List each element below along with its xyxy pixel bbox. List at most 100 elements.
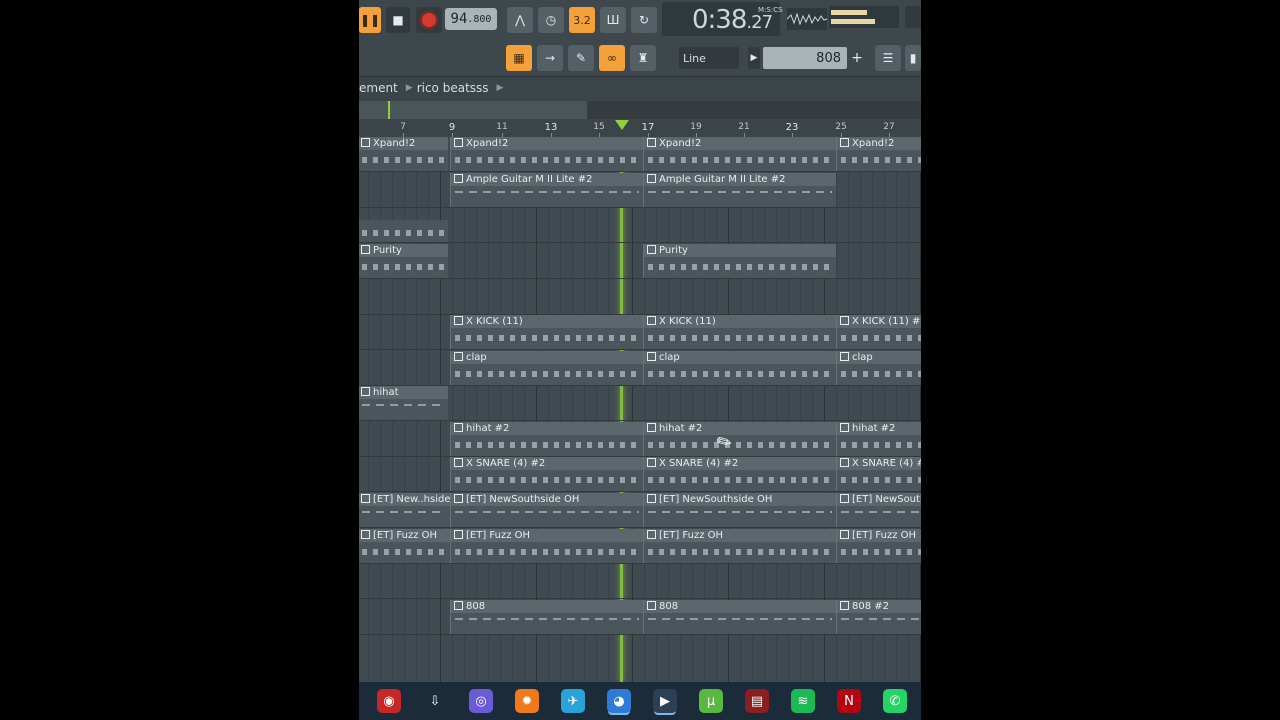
window-button[interactable] xyxy=(905,6,921,28)
clip-menu-icon[interactable] xyxy=(647,601,656,610)
pattern-clip[interactable]: clap xyxy=(450,351,643,385)
pattern-clip[interactable]: Ample Guitar M II Lite #2 xyxy=(643,173,836,207)
metronome-button[interactable]: ⋀ xyxy=(507,7,533,33)
channel-prev-button[interactable]: ▶ xyxy=(748,47,760,69)
track-row[interactable] xyxy=(359,208,921,243)
pattern-clip[interactable]: Xpand!2 xyxy=(359,137,448,171)
pattern-clip[interactable]: [ET] Fuzz OH xyxy=(359,529,450,563)
clip-menu-icon[interactable] xyxy=(647,138,656,147)
pattern-clip[interactable]: Ample Guitar M II Lite #2 xyxy=(450,173,643,207)
clip-menu-icon[interactable] xyxy=(647,530,656,539)
pattern-clip[interactable]: [ET] Fuzz OH xyxy=(836,529,921,563)
fl-studio-icon[interactable]: ▶ xyxy=(653,689,677,713)
clip-menu-icon[interactable] xyxy=(361,530,370,539)
clip-menu-icon[interactable] xyxy=(647,494,656,503)
clip-menu-icon[interactable] xyxy=(840,494,849,503)
overview-selection[interactable] xyxy=(359,101,587,119)
clip-menu-icon[interactable] xyxy=(361,245,370,254)
pattern-clip[interactable]: X SNARE (4) #2 xyxy=(450,457,643,491)
clip-menu-icon[interactable] xyxy=(361,138,370,147)
pattern-clip[interactable]: Purity xyxy=(359,244,448,278)
track-row[interactable] xyxy=(359,564,921,599)
record-button[interactable] xyxy=(416,7,442,33)
clip-menu-icon[interactable] xyxy=(454,530,463,539)
clip-menu-icon[interactable] xyxy=(454,423,463,432)
stop-button[interactable]: ■ xyxy=(386,7,410,33)
clip-menu-icon[interactable] xyxy=(454,494,463,503)
playhead-marker[interactable] xyxy=(615,120,629,130)
pattern-clip[interactable]: hihat #2 xyxy=(836,422,921,456)
track-row[interactable] xyxy=(359,280,921,315)
pattern-clip[interactable]: [ET] Fuzz OH xyxy=(643,529,836,563)
track-row[interactable]: hihat xyxy=(359,386,921,421)
clip-menu-icon[interactable] xyxy=(647,245,656,254)
track-row[interactable]: X KICK (11) X KICK (11) X KICK (11) #2 xyxy=(359,315,921,350)
clip-menu-icon[interactable] xyxy=(647,174,656,183)
pattern-clip[interactable] xyxy=(359,220,448,242)
breadcrumb-part[interactable]: ement xyxy=(359,81,398,95)
tempo-display[interactable]: 94.800 xyxy=(445,8,497,30)
track-row[interactable]: clap clap clap xyxy=(359,351,921,386)
snap-select[interactable]: Line xyxy=(679,47,739,69)
pattern-clip[interactable]: hihat #2 xyxy=(643,422,836,456)
more-button[interactable]: ▮ xyxy=(905,45,921,71)
pattern-clip[interactable]: [ET] NewSouthside OH xyxy=(450,493,643,527)
pattern-clip[interactable]: [ET] Fuzz OH xyxy=(450,529,643,563)
clip-menu-icon[interactable] xyxy=(647,352,656,361)
track-row[interactable]: [ET] Fuzz OH [ET] Fuzz OH [ET] Fuzz OH [ET]… xyxy=(359,529,921,564)
netflix-icon[interactable]: N xyxy=(837,689,861,713)
chrome-icon[interactable]: ◕ xyxy=(607,689,631,713)
pattern-clip[interactable]: Xpand!2 xyxy=(643,137,836,171)
pattern-clip[interactable]: Xpand!2 xyxy=(836,137,921,171)
clip-menu-icon[interactable] xyxy=(454,174,463,183)
draw-tool-button[interactable]: ✎ xyxy=(568,45,594,71)
track-row[interactable]: 808 808 808 #2 xyxy=(359,600,921,635)
clip-menu-icon[interactable] xyxy=(454,458,463,467)
clip-menu-icon[interactable] xyxy=(840,316,849,325)
clip-menu-icon[interactable] xyxy=(647,423,656,432)
utorrent-icon[interactable]: µ xyxy=(699,689,723,713)
clip-menu-icon[interactable] xyxy=(454,316,463,325)
timeline-ruler[interactable]: 7 9 11 13 15 17 19 21 23 25 27 xyxy=(359,119,921,138)
clip-menu-icon[interactable] xyxy=(647,316,656,325)
spotify-icon[interactable]: ≋ xyxy=(791,689,815,713)
track-row[interactable]: [ET] New..hside OH [ET] NewSouthside OH [E… xyxy=(359,493,921,528)
pattern-clip[interactable]: hihat xyxy=(359,386,448,420)
screen-recorder-icon[interactable]: ◉ xyxy=(377,689,401,713)
piano-keyboard-button[interactable]: ▦ xyxy=(506,45,532,71)
pattern-clip[interactable]: X SNARE (4) #2 xyxy=(836,457,921,491)
pattern-clip[interactable]: 808 xyxy=(450,600,643,634)
playlist-tracks[interactable]: Xpand!2 Xpand!2 Xpand!2 Xpand!2 Ample Guitar… xyxy=(359,137,921,682)
add-channel-button[interactable]: + xyxy=(849,47,865,69)
track-row[interactable]: Xpand!2 Xpand!2 Xpand!2 Xpand!2 xyxy=(359,137,921,172)
breadcrumb-part[interactable]: rico beatsss xyxy=(417,81,489,95)
clip-menu-icon[interactable] xyxy=(840,423,849,432)
track-row[interactable]: Ample Guitar M II Lite #2 Ample Guitar M … xyxy=(359,173,921,208)
clip-menu-icon[interactable] xyxy=(454,138,463,147)
clip-menu-icon[interactable] xyxy=(840,530,849,539)
download-icon[interactable]: ⇩ xyxy=(423,689,447,713)
avast-icon[interactable]: ✹ xyxy=(515,689,539,713)
clip-menu-icon[interactable] xyxy=(454,601,463,610)
itunes-icon[interactable]: ◎ xyxy=(469,689,493,713)
link-button[interactable]: ∞ xyxy=(599,45,625,71)
pattern-clip[interactable]: [ET] NewSouths xyxy=(836,493,921,527)
telegram-icon[interactable]: ✈ xyxy=(561,689,585,713)
pattern-clip[interactable]: X KICK (11) xyxy=(450,315,643,349)
whatsapp-icon[interactable]: ✆ xyxy=(883,689,907,713)
loop-record-button[interactable]: ↻ xyxy=(631,7,657,33)
pattern-clip[interactable]: [ET] New..hside OH xyxy=(359,493,450,527)
stamp-button[interactable]: ♜ xyxy=(630,45,656,71)
clip-menu-icon[interactable] xyxy=(840,458,849,467)
clip-menu-icon[interactable] xyxy=(647,458,656,467)
pattern-clip[interactable]: X SNARE (4) #2 xyxy=(643,457,836,491)
wait-input-button[interactable]: ◷ xyxy=(538,7,564,33)
playlist-overview[interactable] xyxy=(359,101,921,119)
track-row[interactable]: Purity Purity xyxy=(359,244,921,279)
clip-menu-icon[interactable] xyxy=(361,494,370,503)
pattern-clip[interactable]: clap xyxy=(836,351,921,385)
step-edit-button[interactable]: Ш xyxy=(600,7,626,33)
clip-menu-icon[interactable] xyxy=(361,387,370,396)
pause-button[interactable]: ❚❚ xyxy=(359,7,381,33)
mixer-button[interactable]: ☰ xyxy=(875,45,901,71)
